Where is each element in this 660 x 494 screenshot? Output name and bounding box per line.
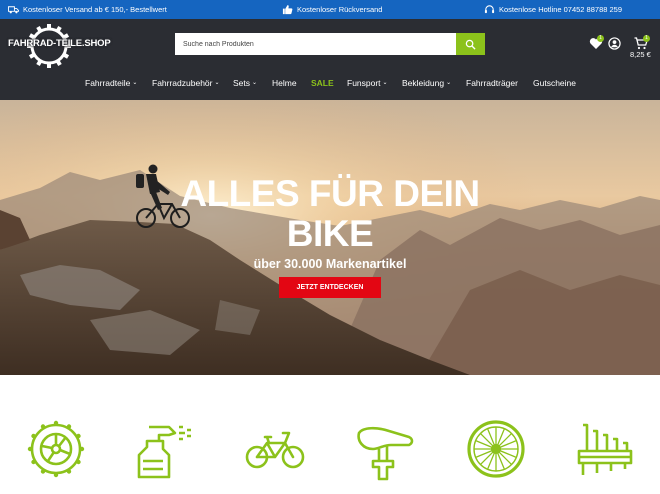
hotline-text: Kostenlose Hotline 07452 88788 259: [499, 5, 623, 14]
hotline-info: Kostenlose Hotline 07452 88788 259: [484, 0, 622, 19]
nav-item-sale[interactable]: SALE: [311, 78, 334, 88]
chainring-icon[interactable]: [24, 417, 88, 481]
hero-subtitle: über 30.000 Markenartikel: [253, 257, 407, 271]
saddle-icon[interactable]: [353, 417, 417, 481]
shipping-info: Kostenloser Versand ab € 150,- Bestellwe…: [8, 0, 167, 19]
hex-key-icon[interactable]: [573, 417, 637, 481]
cart-total: 8,25 €: [630, 50, 651, 59]
chevron-down-icon: ⌄: [252, 79, 258, 86]
shipping-text: Kostenloser Versand ab € 150,- Bestellwe…: [23, 5, 167, 14]
search-button[interactable]: [456, 33, 485, 55]
wishlist-count-badge: 1: [597, 35, 604, 42]
headset-icon: [484, 5, 495, 14]
main-navigation: Fahrradteile ⌄ Fahrradzubehör ⌄ Sets ⌄ Helm…: [0, 78, 660, 92]
search-icon: [465, 39, 476, 50]
top-info-bar: Kostenloser Versand ab € 150,- Bestellwe…: [0, 0, 660, 19]
returns-text: Kostenloser Rückversand: [297, 5, 383, 14]
logo-text: FAHRRAD-TEILE.SHOP: [8, 38, 111, 49]
nav-item-gutscheine[interactable]: Gutscheine: [533, 78, 576, 88]
site-logo[interactable]: FAHRRAD-TEILE.SHOP: [8, 24, 111, 68]
wheel-icon[interactable]: [464, 417, 528, 481]
nav-item-fahrradteile[interactable]: Fahrradteile ⌄: [85, 78, 137, 88]
chevron-down-icon: ⌄: [132, 79, 138, 86]
search-bar: [175, 33, 485, 55]
hero-title: ALLES FÜR DEIN BIKE: [180, 173, 480, 254]
truck-icon: [8, 6, 19, 14]
nav-item-sets[interactable]: Sets ⌄: [233, 78, 257, 88]
nav-item-fahrradtraeger[interactable]: Fahrradträger: [466, 78, 518, 88]
chevron-down-icon: ⌄: [446, 79, 452, 86]
bicycle-icon[interactable]: [243, 417, 307, 481]
discover-now-button[interactable]: JETZT ENTDECKEN: [279, 277, 381, 298]
category-icon-row: [0, 375, 660, 494]
user-icon: [608, 37, 621, 50]
wishlist-button[interactable]: 1: [589, 35, 605, 53]
hero-banner: ALLES FÜR DEIN BIKE über 30.000 Markenar…: [0, 100, 660, 375]
nav-item-fahrradzubehoer[interactable]: Fahrradzubehör ⌄: [152, 78, 220, 88]
nav-item-bekleidung[interactable]: Bekleidung ⌄: [402, 78, 451, 88]
spray-bottle-icon[interactable]: [133, 417, 197, 481]
nav-item-funsport[interactable]: Funsport ⌄: [347, 78, 388, 88]
nav-item-helme[interactable]: Helme: [272, 78, 297, 88]
returns-info: Kostenloser Rückversand: [282, 0, 382, 19]
thumbs-up-icon: [282, 5, 293, 15]
site-header: FAHRRAD-TEILE.SHOP 1 1 8,25 € Fahrradtei…: [0, 19, 660, 100]
cart-count-badge: 1: [643, 35, 650, 42]
chevron-down-icon: ⌄: [214, 79, 220, 86]
search-input[interactable]: [175, 33, 456, 55]
chevron-down-icon: ⌄: [382, 79, 388, 86]
account-button[interactable]: [608, 37, 624, 53]
